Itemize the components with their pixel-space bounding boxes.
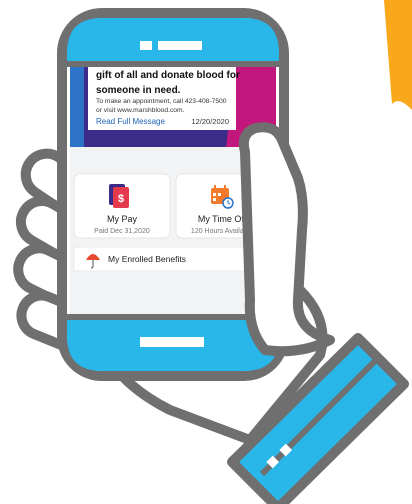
phone-speaker-slot bbox=[158, 41, 202, 50]
dollar-document-icon: $ bbox=[109, 184, 129, 208]
message-body-line2: or visit www.marshblood.com. bbox=[96, 107, 185, 114]
phone-speaker-dot bbox=[140, 41, 152, 50]
message-body-line1: To make an appointment, call 423-408-750… bbox=[96, 98, 227, 105]
my-pay-title: My Pay bbox=[107, 214, 138, 224]
message-headline-line2: someone in need. bbox=[96, 85, 181, 96]
orange-accent-shape bbox=[384, 0, 412, 110]
svg-text:$: $ bbox=[118, 193, 124, 205]
my-pay-subtitle: Paid Dec 31,2020 bbox=[94, 228, 150, 235]
my-pay-tile[interactable]: $ My Pay Paid Dec 31,2020 bbox=[73, 173, 171, 239]
message-banner-blue-edge bbox=[70, 67, 84, 147]
message-headline-line1: gift of all and donate blood for bbox=[96, 70, 240, 81]
my-time-off-title: My Time Off bbox=[198, 214, 247, 224]
hand-holding-phone-illustration: gift of all and donate blood for someone… bbox=[13, 0, 412, 504]
enrolled-benefits-label: My Enrolled Benefits bbox=[108, 254, 186, 264]
phone-home-bar bbox=[140, 337, 204, 347]
read-full-message-link[interactable]: Read Full Message bbox=[96, 117, 165, 126]
message-date: 12/20/2020 bbox=[191, 117, 229, 126]
